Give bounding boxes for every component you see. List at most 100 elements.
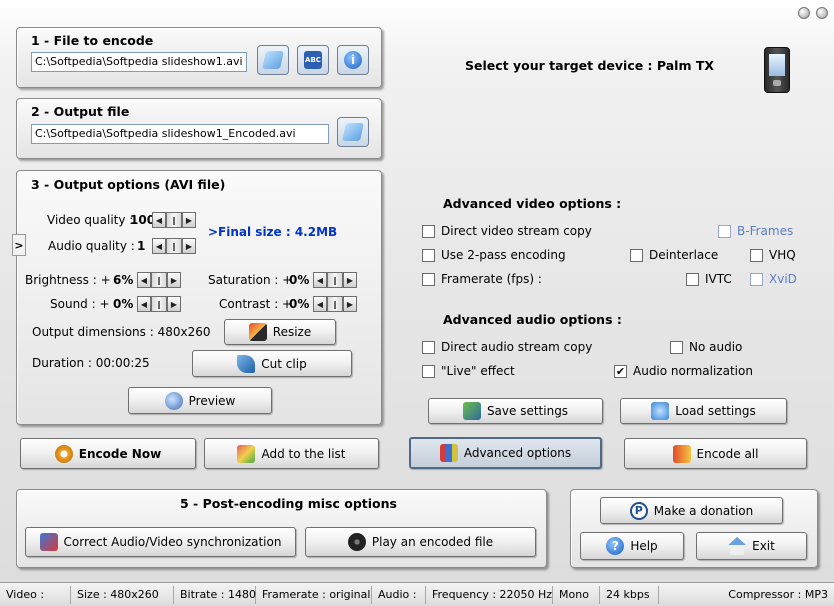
checkbox-box[interactable] — [750, 248, 763, 262]
help-button[interactable]: ? Help — [580, 532, 684, 560]
audio-quality-label: Audio quality : — [48, 239, 135, 253]
checkbox-box[interactable] — [422, 272, 435, 286]
checkbox-box[interactable] — [718, 224, 731, 238]
contrast-value: 0% — [289, 297, 310, 311]
checkbox-box[interactable] — [630, 248, 643, 262]
direct-video-copy-checkbox[interactable]: Direct video stream copy — [422, 224, 592, 238]
two-pass-checkbox[interactable]: Use 2-pass encoding — [422, 248, 566, 262]
xvid-checkbox[interactable]: XviD — [750, 272, 797, 286]
saturation-label: Saturation : + — [208, 273, 293, 287]
output-file-panel: 2 - Output file C:\Softpedia\Softpedia s… — [16, 98, 382, 159]
slider-thumb-icon[interactable]: ‖ — [151, 272, 167, 288]
status-size: Size : 480x260 — [71, 585, 174, 604]
status-bar: Video : Size : 480x260 Bitrate : 1480 Fr… — [0, 582, 834, 606]
increase-arrow-icon[interactable]: ▶ — [182, 212, 196, 228]
slider-thumb-icon[interactable]: ‖ — [151, 296, 167, 312]
saturation-stepper[interactable]: ◀ ‖ ▶ — [313, 272, 357, 288]
framerate-checkbox[interactable]: Framerate (fps) : — [422, 272, 542, 286]
direct-audio-copy-checkbox[interactable]: Direct audio stream copy — [422, 340, 592, 354]
audio-quality-stepper[interactable]: ◀ ‖ ▶ — [152, 238, 196, 254]
status-frequency: Frequency : 22050 Hz — [426, 585, 553, 604]
pda-icon[interactable] — [764, 47, 790, 93]
status-channels: Mono — [553, 585, 600, 604]
info-button[interactable]: i — [337, 45, 369, 75]
increase-arrow-icon[interactable]: ▶ — [182, 238, 196, 254]
decrease-arrow-icon[interactable]: ◀ — [137, 296, 151, 312]
contrast-stepper[interactable]: ◀ ‖ ▶ — [313, 296, 357, 312]
bframes-checkbox[interactable]: B-Frames — [718, 224, 793, 238]
ivtc-label: IVTC — [705, 272, 732, 286]
checkbox-box[interactable] — [686, 272, 699, 286]
status-kbps: 24 kbps — [600, 585, 659, 604]
load-settings-button[interactable]: Load settings — [620, 398, 787, 424]
increase-arrow-icon[interactable]: ▶ — [343, 296, 357, 312]
status-framerate: Framerate : original — [256, 585, 372, 604]
donation-button[interactable]: P Make a donation — [600, 497, 783, 524]
sound-stepper[interactable]: ◀ ‖ ▶ — [137, 296, 181, 312]
slider-thumb-icon[interactable]: ‖ — [327, 296, 343, 312]
load-settings-icon — [651, 402, 670, 420]
decrease-arrow-icon[interactable]: ◀ — [313, 272, 327, 288]
add-to-list-button[interactable]: Add to the list — [204, 438, 379, 469]
save-settings-button[interactable]: Save settings — [428, 398, 603, 424]
decrease-arrow-icon[interactable]: ◀ — [313, 296, 327, 312]
brightness-stepper[interactable]: ◀ ‖ ▶ — [137, 272, 181, 288]
add-to-list-icon — [237, 444, 256, 463]
output-file-field[interactable]: C:\Softpedia\Softpedia slideshow1_Encode… — [31, 124, 329, 144]
decrease-arrow-icon[interactable]: ◀ — [152, 212, 166, 228]
advanced-options-button[interactable]: Advanced options — [409, 437, 602, 469]
slider-thumb-icon[interactable]: ‖ — [327, 272, 343, 288]
expand-arrow-icon[interactable]: > — [12, 234, 26, 256]
minimize-window-icon[interactable] — [798, 7, 810, 19]
xvid-label: XviD — [769, 272, 797, 286]
live-effect-checkbox[interactable]: "Live" effect — [422, 364, 515, 378]
video-quality-stepper[interactable]: ◀ ‖ ▶ — [152, 212, 196, 228]
encode-all-button[interactable]: Encode all — [624, 438, 807, 469]
abc-button[interactable]: ABC — [297, 45, 329, 75]
correct-sync-label: Correct Audio/Video synchronization — [63, 535, 282, 549]
framerate-label: Framerate (fps) : — [441, 272, 542, 286]
checkbox-box[interactable] — [422, 340, 435, 354]
donation-label: Make a donation — [653, 503, 754, 518]
close-window-icon[interactable] — [816, 7, 828, 19]
checkmark-icon[interactable]: ✔ — [614, 364, 627, 378]
checkbox-box[interactable] — [750, 272, 763, 286]
increase-arrow-icon[interactable]: ▶ — [167, 272, 181, 288]
browse-input-button[interactable] — [257, 45, 289, 75]
no-audio-checkbox[interactable]: No audio — [670, 340, 742, 354]
encode-now-button[interactable]: Encode Now — [20, 438, 196, 469]
correct-sync-button[interactable]: Correct Audio/Video synchronization — [25, 527, 296, 557]
audio-normalization-checkbox[interactable]: ✔ Audio normalization — [614, 364, 753, 378]
slider-thumb-icon[interactable]: ‖ — [166, 238, 182, 254]
preview-button[interactable]: Preview — [128, 387, 272, 414]
resize-button[interactable]: Resize — [224, 319, 336, 345]
checkbox-box[interactable] — [422, 248, 435, 262]
play-encoded-button[interactable]: Play an encoded file — [305, 527, 536, 557]
deinterlace-checkbox[interactable]: Deinterlace — [630, 248, 718, 262]
vhq-checkbox[interactable]: VHQ — [750, 248, 796, 262]
checkbox-box[interactable] — [422, 364, 435, 378]
saturation-value: 0% — [289, 273, 310, 287]
ivtc-checkbox[interactable]: IVTC — [686, 272, 732, 286]
slider-thumb-icon[interactable]: ‖ — [166, 212, 182, 228]
increase-arrow-icon[interactable]: ▶ — [167, 296, 181, 312]
house-icon — [728, 537, 747, 555]
save-settings-icon — [462, 402, 481, 420]
checkbox-box[interactable] — [422, 224, 435, 238]
film-icon — [347, 533, 366, 551]
browse-output-button[interactable] — [337, 117, 369, 147]
brightness-label: Brightness : + — [25, 273, 111, 287]
scissors-icon — [237, 354, 256, 373]
checkbox-box[interactable] — [670, 340, 683, 354]
exit-button[interactable]: Exit — [696, 532, 807, 560]
input-file-field[interactable]: C:\Softpedia\Softpedia slideshow1.avi — [31, 52, 247, 72]
sync-icon — [39, 533, 58, 551]
advanced-options-label: Advanced options — [463, 446, 572, 460]
decrease-arrow-icon[interactable]: ◀ — [152, 238, 166, 254]
direct-audio-copy-label: Direct audio stream copy — [441, 340, 593, 354]
advanced-audio-title: Advanced audio options : — [443, 312, 622, 327]
encode-now-label: Encode Now — [78, 446, 162, 461]
increase-arrow-icon[interactable]: ▶ — [343, 272, 357, 288]
decrease-arrow-icon[interactable]: ◀ — [137, 272, 151, 288]
cut-clip-button[interactable]: Cut clip — [192, 350, 352, 377]
